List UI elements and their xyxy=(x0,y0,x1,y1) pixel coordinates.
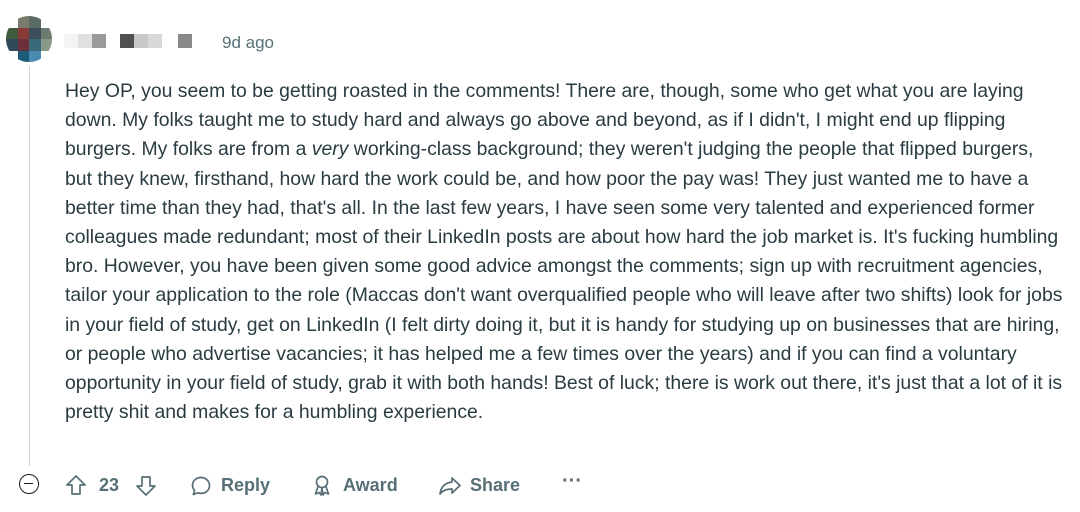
thread-line[interactable] xyxy=(29,66,30,466)
share-label: Share xyxy=(470,475,521,495)
comment-body-text: working-class background; they weren't j… xyxy=(65,138,1063,424)
avatar[interactable] xyxy=(6,16,52,62)
award-button[interactable]: Award xyxy=(308,470,403,500)
reply-icon xyxy=(191,476,211,496)
reply-button[interactable]: Reply xyxy=(186,470,276,500)
collapse-icon[interactable] xyxy=(19,474,39,494)
comment-action-bar: 23 Reply Award Share ··· xyxy=(0,466,1080,504)
more-icon[interactable]: ··· xyxy=(562,470,582,493)
comment-body-emphasis: very xyxy=(311,138,349,161)
comment-timestamp: 9d ago xyxy=(222,33,274,52)
username-redacted[interactable] xyxy=(64,33,204,49)
share-button[interactable]: Share xyxy=(434,470,529,500)
reply-label: Reply xyxy=(221,475,271,495)
upvote-icon[interactable] xyxy=(64,473,88,497)
comment-body: Hey OP, you seem to be getting roasted i… xyxy=(65,77,1065,427)
award-label: Award xyxy=(343,475,398,495)
vote-count: 23 xyxy=(99,475,120,495)
award-icon xyxy=(314,475,330,496)
downvote-icon[interactable] xyxy=(134,474,158,498)
share-icon xyxy=(439,477,461,495)
